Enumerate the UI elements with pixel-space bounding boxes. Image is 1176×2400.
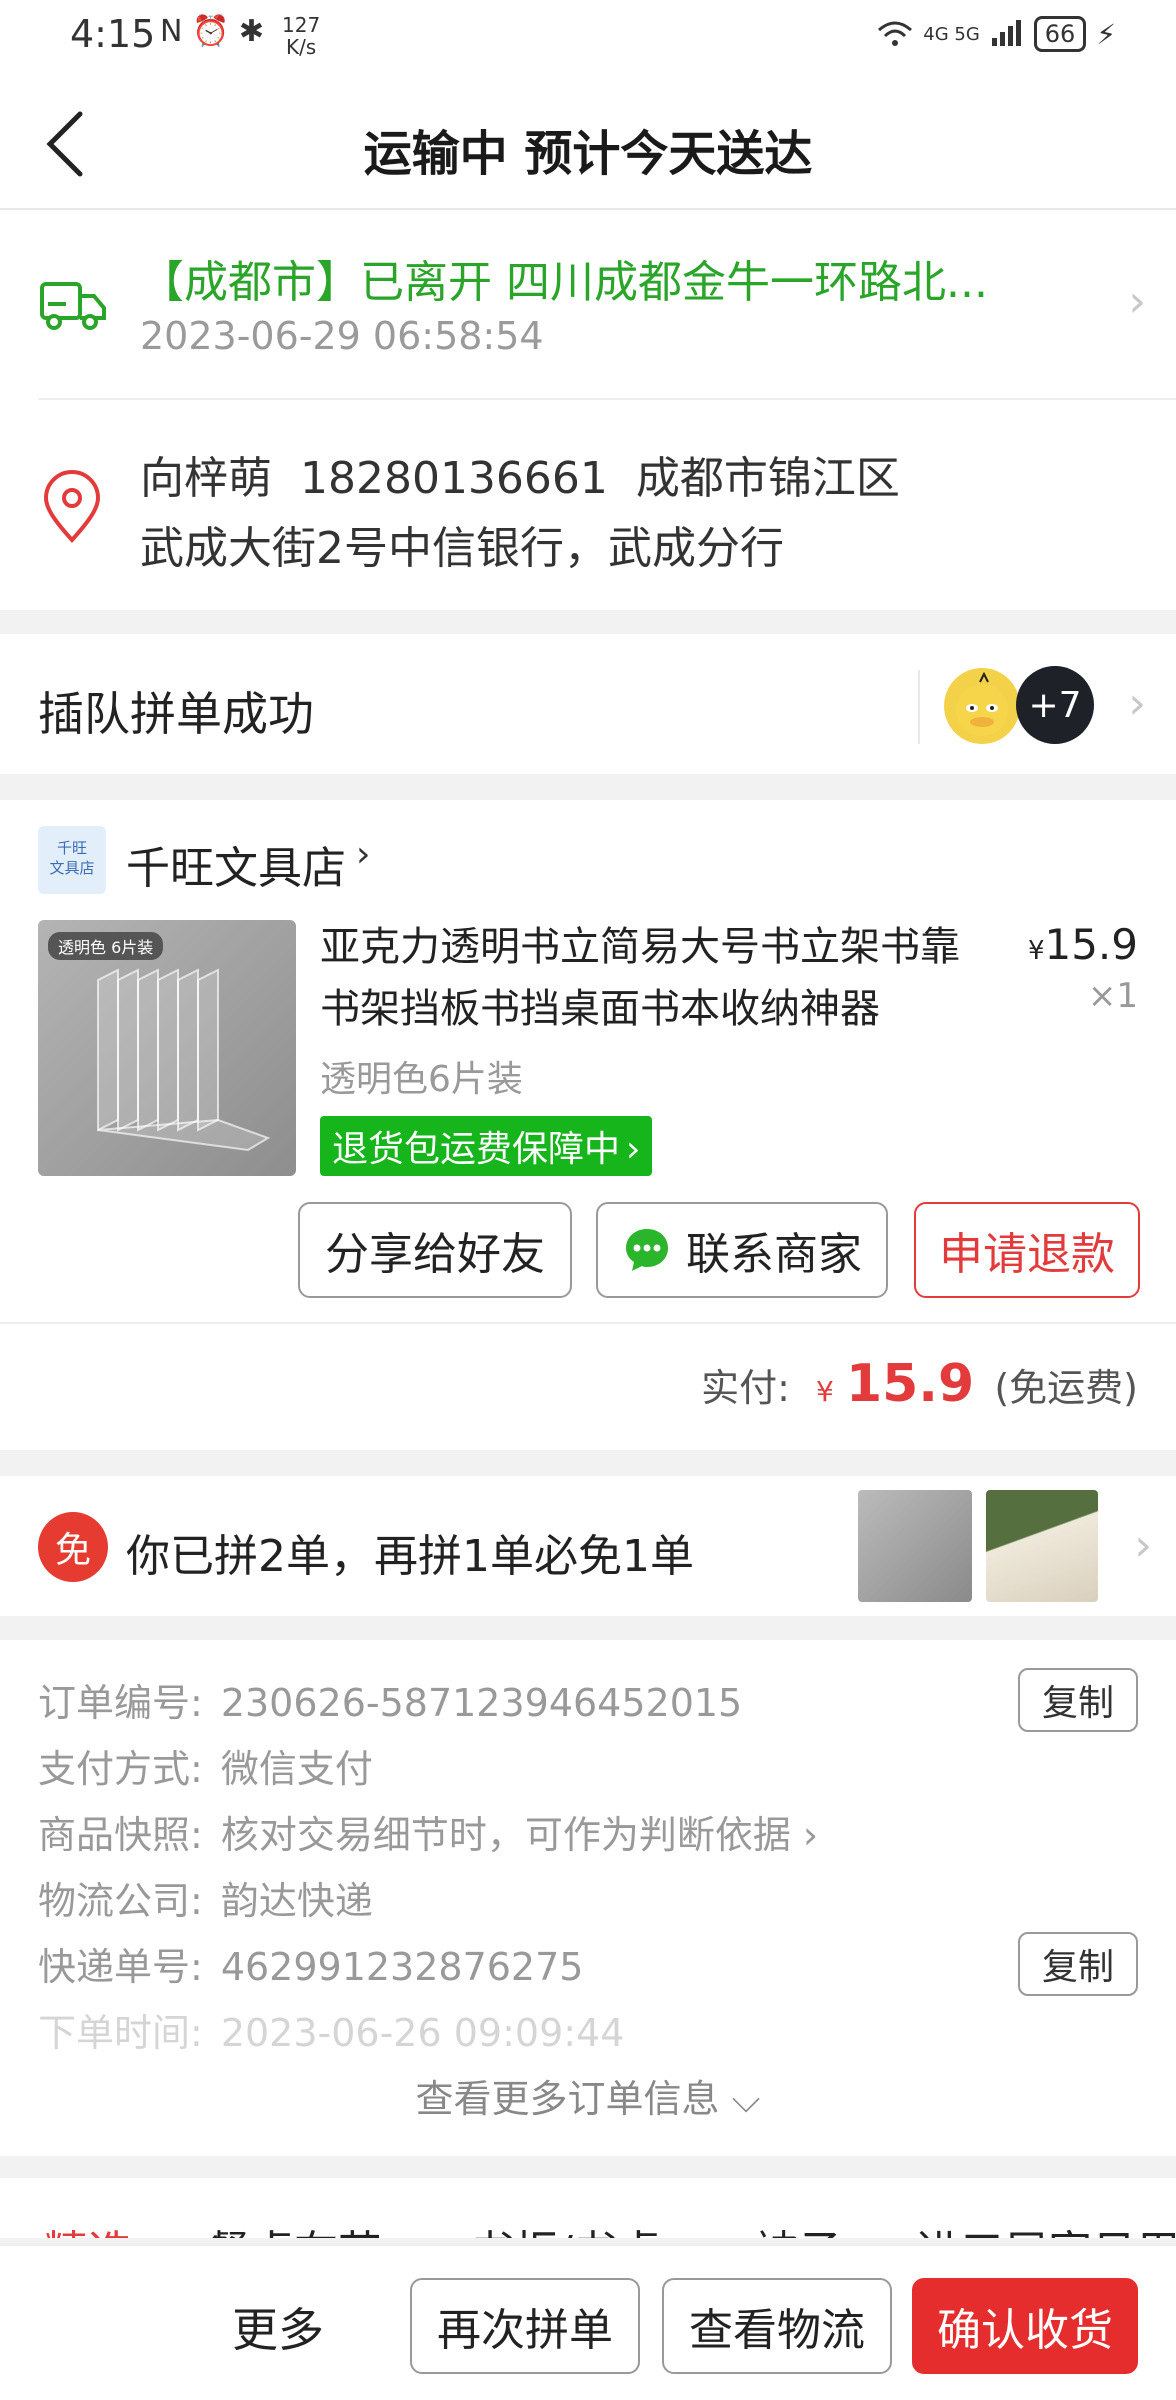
info-value: 230626-587123946452015 <box>220 1681 743 1725</box>
more-button[interactable]: 更多 <box>232 2294 324 2360</box>
shop-name[interactable]: 千旺文具店 <box>126 832 346 896</box>
info-value: 核对交易细节时，可作为判断依据 › <box>220 1813 819 1857</box>
info-value: 2023-06-26 09:09:44 <box>220 2011 625 2055</box>
more-members-avatar: +7 <box>1016 666 1094 744</box>
price-currency: ¥ <box>1027 936 1045 966</box>
promo-product-image[interactable] <box>986 1490 1098 1602</box>
snapshot-row[interactable]: 商品快照: 核对交易细节时，可作为判断依据 › <box>38 1804 818 1859</box>
info-value: 韵达快递 <box>220 1879 373 1923</box>
share-button[interactable]: 分享给好友 <box>298 1202 572 1298</box>
tab-bookcase[interactable]: 书柜/书桌 <box>470 2216 661 2238</box>
group-buy-label: 插队拼单成功 <box>38 687 314 741</box>
order-info-card: 订单编号: 230626-587123946452015 复制 支付方式: 微信支付… <box>0 1640 1176 2156</box>
wifi-icon <box>878 21 913 46</box>
promo-chevron-icon[interactable]: › <box>1134 1520 1152 1571</box>
order-number-row: 订单编号: 230626-587123946452015 <box>38 1672 742 1727</box>
paid-amount: 实付: ¥ 15.9 (免运费) <box>701 1354 1138 1414</box>
group-chevron-icon[interactable]: › <box>1128 678 1146 729</box>
info-key: 支付方式: <box>38 1747 203 1791</box>
divider <box>918 670 920 744</box>
bottom-action-bar: 更多 再次拼单 查看物流 确认收货 <box>0 2244 1176 2400</box>
bookend-illustration <box>97 968 271 1152</box>
more-order-info-link[interactable]: 查看更多订单信息 ⌵ <box>0 2068 1176 2123</box>
price-value: 15.9 <box>1044 920 1138 969</box>
tracking-time: 2023-06-29 06:58:54 <box>140 314 544 358</box>
product-spec: 透明色6片装 <box>320 1059 523 1100</box>
network-speed-value: 127 <box>282 13 321 37</box>
badge-chevron-icon: › <box>626 1129 641 1170</box>
tab-selected[interactable]: 精选 <box>44 2216 132 2238</box>
network-speed-unit: K/s <box>285 35 317 59</box>
tracking-number-row: 快递单号: 462991232876275 <box>38 1936 583 1991</box>
info-key: 订单编号: <box>38 1681 203 1725</box>
shop-logo-text-1: 千旺 <box>56 839 87 857</box>
order-time-row: 下单时间: 2023-06-26 09:09:44 <box>38 2002 624 2057</box>
info-key: 物流公司: <box>38 1879 203 1923</box>
shop-chevron-icon[interactable]: › <box>356 834 370 875</box>
tab-table-cloth[interactable]: 餐桌布艺 <box>206 2216 382 2238</box>
shipping-note: (免运费) <box>994 1366 1138 1410</box>
nav-bar: 运输中 预计今天送达 <box>0 76 1176 210</box>
product-card: 千旺 文具店 千旺文具店 › 透明色 6片装 亚克力透明书立简易大号书立架书靠书… <box>0 800 1176 1450</box>
status-notification-icons: N ⏰ ✱ <box>160 14 265 49</box>
promo-text: 你已拼2单，再拼1单必免1单 <box>126 1531 694 1582</box>
info-value: 微信支付 <box>220 1747 373 1791</box>
paid-currency: ¥ <box>816 1375 834 1408</box>
paid-value: 15.9 <box>845 1354 975 1414</box>
view-logistics-button[interactable]: 查看物流 <box>662 2278 892 2374</box>
shop-logo-text-2: 文具店 <box>49 859 95 877</box>
product-quantity: ×1 <box>1087 976 1138 1016</box>
avatar <box>944 668 1020 744</box>
divider <box>38 398 1176 400</box>
promo-card[interactable]: 免 你已拼2单，再拼1单必免1单 › <box>0 1476 1176 1616</box>
payment-method-row: 支付方式: 微信支付 <box>38 1738 373 1793</box>
network-type: 4G 5G <box>923 23 980 45</box>
group-buy-card[interactable]: 插队拼单成功 +7 › <box>0 634 1176 774</box>
courier-row: 物流公司: 韵达快递 <box>38 1870 373 1925</box>
product-price: ¥15.9 <box>1028 920 1138 969</box>
product-thumbnail[interactable]: 透明色 6片装 <box>38 920 296 1176</box>
status-right-icons: 4G 5G 66 ⚡ <box>877 16 1116 52</box>
confirm-receipt-button[interactable]: 确认收货 <box>912 2278 1138 2374</box>
product-name[interactable]: 亚克力透明书立简易大号书立架书靠书架挡板书挡桌面书本收纳神器 <box>320 916 980 1040</box>
copy-order-number-button[interactable]: 复制 <box>1018 1668 1138 1732</box>
contact-merchant-button[interactable]: 联系商家 <box>596 1202 888 1298</box>
info-key: 快递单号: <box>38 1945 203 1989</box>
paid-label: 实付: <box>701 1366 790 1410</box>
return-shipping-badge[interactable]: 退货包运费保障中 › <box>320 1116 653 1176</box>
return-shipping-label: 退货包运费保障中 <box>332 1129 621 1170</box>
divider <box>0 1322 1176 1324</box>
info-key: 下单时间: <box>38 2011 203 2055</box>
copy-tracking-number-button[interactable]: 复制 <box>1018 1932 1138 1996</box>
tracking-chevron-icon[interactable]: › <box>1128 276 1146 327</box>
tab-imported-home[interactable]: 进口居家日用 <box>916 2216 1176 2238</box>
tracking-status[interactable]: 【成都市】已离开 四川成都金牛一环路北... <box>140 246 1060 310</box>
free-badge: 免 <box>38 1512 108 1582</box>
network-speed: 127 K/s <box>282 14 320 58</box>
info-key: 商品快照: <box>38 1813 203 1857</box>
info-value: 462991232876275 <box>220 1945 584 1989</box>
location-pin-icon <box>43 470 101 543</box>
reorder-button[interactable]: 再次拼单 <box>410 2278 640 2374</box>
address-line-1: 向梓萌 18280136661 成都市锦江区 <box>140 453 900 504</box>
category-tabs: 精选 餐桌布艺 书柜/书桌 被子 进口居家日用 <box>0 2178 1176 2238</box>
signal-icon <box>991 20 1021 46</box>
page-title: 运输中 预计今天送达 <box>363 126 813 182</box>
tab-quilt[interactable]: 被子 <box>754 2216 842 2238</box>
contact-merchant-label: 联系商家 <box>686 1229 862 1280</box>
refund-button[interactable]: 申请退款 <box>914 1202 1140 1298</box>
truck-icon <box>40 282 106 330</box>
delivery-card: 【成都市】已离开 四川成都金牛一环路北... 2023-06-29 06:58:… <box>0 210 1176 610</box>
battery-icon: 66 <box>1033 16 1087 52</box>
address-line-2: 武成大街2号中信银行，武成分行 <box>140 523 784 574</box>
charging-icon: ⚡ <box>1096 17 1116 51</box>
status-time: 4:15 <box>70 12 156 56</box>
promo-product-image[interactable] <box>858 1490 972 1602</box>
chat-icon <box>626 1229 668 1271</box>
status-bar: 4:15 N ⏰ ✱ 127 K/s 4G 5G 66 ⚡ <box>0 0 1176 76</box>
shop-logo[interactable]: 千旺 文具店 <box>38 826 106 894</box>
